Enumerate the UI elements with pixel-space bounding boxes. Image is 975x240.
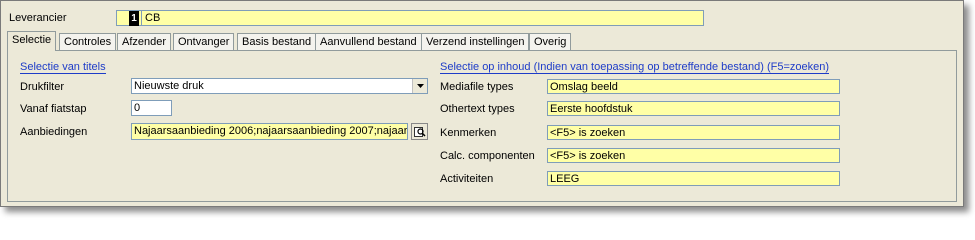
drukfilter-select[interactable]: Nieuwste druk — [131, 78, 428, 94]
mediafile-types-value: Omslag beeld — [550, 81, 618, 93]
tab-selectie[interactable]: Selectie — [7, 31, 57, 51]
calc-componenten-label: Calc. componenten — [440, 150, 535, 162]
activiteiten-field[interactable]: LEEG — [547, 171, 840, 186]
window-frame: Leverancier 1 CB Selectie Controles Afze… — [0, 0, 964, 207]
tab-aanvullend-bestand[interactable]: Aanvullend bestand — [315, 33, 422, 50]
supplier-label: Leverancier — [9, 12, 67, 24]
tab-verzend-instellingen[interactable]: Verzend instellingen — [421, 33, 530, 50]
tab-panel-selectie: Selectie van titels Drukfilter Nieuwste … — [7, 50, 957, 202]
tab-basis-bestand[interactable]: Basis bestand — [237, 33, 317, 50]
fiatstap-label: Vanaf fiatstap — [20, 103, 87, 115]
tab-ontvanger[interactable]: Ontvanger — [173, 33, 235, 50]
aanbiedingen-label: Aanbiedingen — [20, 126, 88, 138]
kenmerken-value: <F5> is zoeken — [550, 127, 626, 139]
kenmerken-field[interactable]: <F5> is zoeken — [547, 125, 840, 140]
othertext-types-label: Othertext types — [440, 103, 515, 115]
drukfilter-value: Nieuwste druk — [134, 80, 204, 92]
calc-componenten-value: <F5> is zoeken — [550, 150, 626, 162]
aanbiedingen-value: Najaarsaanbieding 2006;najaarsaanbieding… — [134, 125, 408, 137]
supplier-value: CB — [145, 12, 161, 24]
mediafile-types-field[interactable]: Omslag beeld — [547, 79, 840, 94]
othertext-types-field[interactable]: Eerste hoofdstuk — [547, 101, 840, 116]
fiatstap-value: 0 — [134, 102, 141, 114]
aanbiedingen-field[interactable]: Najaarsaanbieding 2006;najaarsaanbieding… — [131, 123, 408, 140]
supplier-field[interactable]: 1 CB — [116, 10, 704, 26]
activiteiten-value: LEEG — [550, 173, 580, 185]
section-title-titels: Selectie van titels — [20, 61, 106, 74]
tab-afzender[interactable]: Afzender — [117, 33, 172, 50]
mediafile-types-label: Mediafile types — [440, 81, 514, 93]
kenmerken-label: Kenmerken — [440, 127, 497, 139]
chevron-down-icon[interactable] — [412, 79, 427, 93]
othertext-types-value: Eerste hoofdstuk — [550, 103, 633, 115]
calc-componenten-field[interactable]: <F5> is zoeken — [547, 148, 840, 163]
tab-overig[interactable]: Overig — [529, 33, 572, 50]
tab-controles[interactable]: Controles — [59, 33, 117, 50]
activiteiten-label: Activiteiten — [440, 173, 494, 185]
field-divider — [141, 11, 142, 25]
drukfilter-label: Drukfilter — [20, 81, 65, 93]
section-title-inhoud: Selectie op inhoud (Indien van toepassin… — [440, 61, 830, 74]
search-icon[interactable] — [411, 123, 428, 140]
number-icon: 1 — [129, 11, 139, 26]
fiatstap-input[interactable]: 0 — [131, 100, 172, 116]
